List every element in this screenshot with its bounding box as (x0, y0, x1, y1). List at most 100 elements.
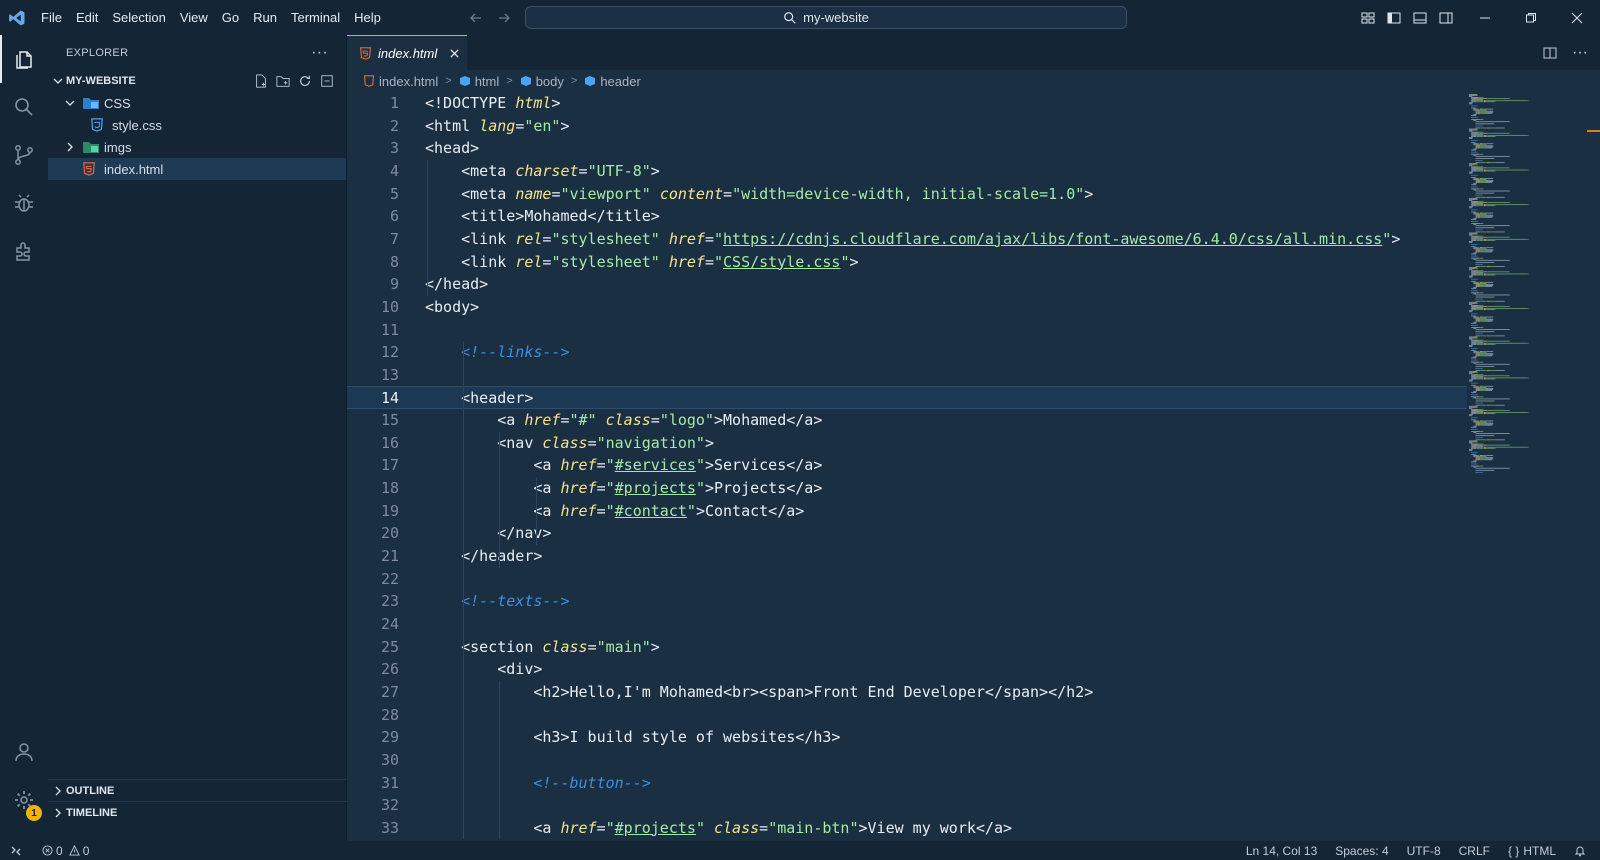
menu-item-selection[interactable]: Selection (105, 0, 172, 35)
code-line[interactable]: 17 <a href="#services">Services</a> (347, 454, 1467, 477)
minimap[interactable] (1467, 92, 1600, 841)
language-mode[interactable]: { } HTML (1508, 844, 1556, 858)
extensions-icon[interactable] (0, 227, 48, 275)
code-line[interactable]: 18 <a href="#projects">Projects</a> (347, 477, 1467, 500)
collapse-all-icon[interactable] (320, 74, 334, 88)
tree-item-css-folder[interactable]: CSS (48, 92, 346, 114)
close-tab-icon[interactable] (449, 48, 460, 59)
code-token: https://cdnjs.cloudflare.com/ajax/libs/f… (723, 229, 1383, 248)
run-debug-icon[interactable] (0, 179, 48, 227)
code-line[interactable]: 14 <header> (347, 386, 1467, 410)
code-line[interactable]: 13 (347, 364, 1467, 387)
toggle-panel-icon[interactable] (1412, 10, 1428, 26)
code-line[interactable]: 15 <a href="#" class="logo">Mohamed</a> (347, 409, 1467, 432)
code-line[interactable]: 32 (347, 794, 1467, 817)
problems-status[interactable]: 0 0 (42, 844, 89, 858)
menu-item-edit[interactable]: Edit (69, 0, 105, 35)
customize-layout-icon[interactable] (1360, 10, 1376, 26)
code-line[interactable]: 26 <div> (347, 658, 1467, 681)
code-line[interactable]: 28 (347, 704, 1467, 727)
minimize-icon[interactable] (1462, 0, 1508, 35)
line-number: 16 (380, 433, 399, 452)
code-line[interactable]: 4 <meta charset="UTF-8"> (347, 160, 1467, 183)
close-icon[interactable] (1554, 0, 1600, 35)
menu-item-view[interactable]: View (173, 0, 215, 35)
accounts-icon[interactable] (0, 728, 48, 776)
code-line[interactable]: 11 (347, 319, 1467, 342)
outline-section[interactable]: OUTLINE (48, 779, 347, 801)
line-number: 12 (380, 343, 399, 362)
code-line[interactable]: 12 <!--links--> (347, 341, 1467, 364)
menu-item-terminal[interactable]: Terminal (284, 0, 347, 35)
code-token: <head> (425, 139, 480, 158)
code-line[interactable]: 30 (347, 749, 1467, 772)
code-line[interactable]: 16 <nav class="navigation"> (347, 432, 1467, 455)
workspace-section-header[interactable]: MY-WEBSITE (48, 70, 346, 92)
html-file-icon (363, 75, 375, 87)
menu-item-go[interactable]: Go (215, 0, 246, 35)
code-token: #projects (614, 818, 696, 837)
code-line[interactable]: 5 <meta name="viewport" content="width=d… (347, 183, 1467, 206)
timeline-section[interactable]: TIMELINE (48, 801, 347, 823)
source-control-icon[interactable] (0, 131, 48, 179)
tree-item-index-html[interactable]: index.html (48, 158, 346, 180)
css-file-icon (90, 118, 112, 132)
breadcrumb-item-header[interactable]: header (584, 74, 641, 89)
cursor-position[interactable]: Ln 14, Col 13 (1246, 844, 1317, 858)
toggle-secondary-sidebar-icon[interactable] (1438, 10, 1454, 26)
code-line[interactable]: 23 <!--texts--> (347, 590, 1467, 613)
code-line[interactable]: 8 <link rel="stylesheet" href="CSS/style… (347, 251, 1467, 274)
refresh-icon[interactable] (298, 74, 312, 88)
code-line[interactable]: 21 </header> (347, 545, 1467, 568)
code-line[interactable]: 3 <head> (347, 137, 1467, 160)
code-line[interactable]: 2 <html lang="en"> (347, 115, 1467, 138)
encoding-status[interactable]: UTF-8 (1407, 844, 1441, 858)
code-line[interactable]: 24 (347, 613, 1467, 636)
new-folder-icon[interactable] (276, 74, 290, 88)
code-line[interactable]: 6 <title>Mohamed</title> (347, 205, 1467, 228)
code-line[interactable]: 31 <!--button--> (347, 772, 1467, 795)
tab-index-html[interactable]: index.html (347, 35, 467, 70)
code-editor[interactable]: 1 <!DOCTYPE html> 2 <html lang="en"> 3 <head>… (347, 92, 1467, 841)
search-icon[interactable] (0, 83, 48, 131)
eol-status[interactable]: CRLF (1459, 844, 1490, 858)
code-line[interactable]: 10 <body> (347, 296, 1467, 319)
code-line[interactable]: 7 <link rel="stylesheet" href="https://c… (347, 228, 1467, 251)
code-text: <html lang="en"> (425, 115, 570, 138)
menu-item-help[interactable]: Help (347, 0, 388, 35)
activity-bar: 1 (0, 35, 48, 841)
command-center-search[interactable]: my-website (525, 6, 1127, 29)
code-line[interactable]: 27 <h2>Hello,I'm Mohamed<br><span>Front … (347, 681, 1467, 704)
indentation-status[interactable]: Spaces: 4 (1335, 844, 1388, 858)
menu-item-file[interactable]: File (34, 0, 69, 35)
tree-item-style-css[interactable]: style.css (48, 114, 346, 136)
code-line[interactable]: 33 <a href="#projects" class="main-btn">… (347, 817, 1467, 840)
more-actions-icon[interactable]: ··· (311, 44, 328, 62)
back-arrow-icon[interactable] (468, 10, 484, 26)
tree-item-imgs-folder[interactable]: imgs (48, 136, 346, 158)
new-file-icon[interactable] (254, 74, 268, 88)
remote-indicator-icon[interactable] (0, 841, 32, 860)
code-token: = (759, 818, 769, 837)
code-line[interactable]: 19 <a href="#contact">Contact</a> (347, 500, 1467, 523)
breadcrumb-item-html[interactable]: html (459, 74, 499, 89)
line-number: 22 (380, 569, 399, 588)
menu-item-run[interactable]: Run (246, 0, 284, 35)
bell-icon[interactable] (1574, 845, 1586, 857)
code-line[interactable]: 25 <section class="main"> (347, 636, 1467, 659)
restore-icon[interactable] (1508, 0, 1554, 35)
explorer-icon[interactable] (0, 35, 48, 83)
code-token: "logo" (659, 411, 714, 430)
code-line[interactable]: 22 (347, 568, 1467, 591)
code-line[interactable]: 1 <!DOCTYPE html> (347, 92, 1467, 115)
code-line[interactable]: 29 <h3>I build style of websites</h3> (347, 726, 1467, 749)
split-editor-icon[interactable] (1542, 45, 1558, 61)
code-line[interactable]: 9 </head> (347, 273, 1467, 296)
forward-arrow-icon[interactable] (496, 10, 512, 26)
breadcrumb-item-file[interactable]: index.html (363, 74, 438, 89)
code-line[interactable]: 20 </nav> (347, 522, 1467, 545)
more-actions-icon[interactable]: ··· (1572, 44, 1588, 62)
manage-gear-icon[interactable]: 1 (0, 776, 48, 824)
breadcrumb-item-body[interactable]: body (520, 74, 564, 89)
toggle-primary-sidebar-icon[interactable] (1386, 10, 1402, 26)
